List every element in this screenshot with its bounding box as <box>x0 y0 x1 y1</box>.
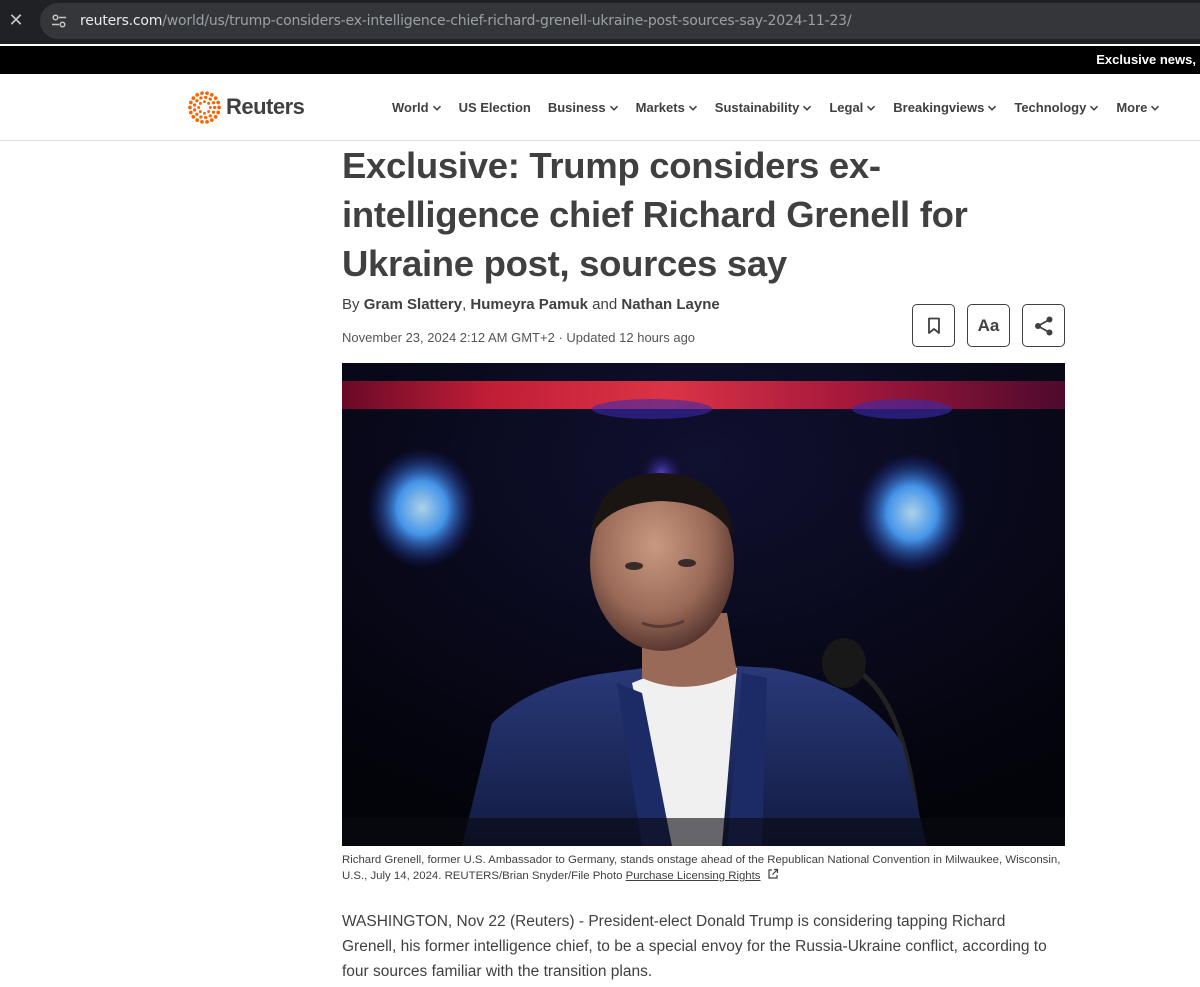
address-bar[interactable]: reuters.com/world/us/trump-considers-ex-… <box>40 3 1200 39</box>
nav-item-label: Business <box>547 100 606 115</box>
nav-item-label: US Election <box>458 100 531 115</box>
url-path: /world/us/trump-considers-ex-intelligenc… <box>162 13 852 29</box>
publish-date: November 23, 2024 2:12 AM GMT+2 <box>342 330 555 345</box>
chevron-down-icon <box>988 105 997 111</box>
nav-item-technology[interactable]: Technology <box>1014 100 1099 115</box>
nav-item-us-election[interactable]: US Election <box>459 100 531 115</box>
nav-item-label: Breakingviews <box>893 100 985 115</box>
nav-item-label: Markets <box>635 100 685 115</box>
nav-item-label: Technology <box>1014 100 1087 115</box>
chevron-down-icon <box>867 105 876 111</box>
chevron-down-icon <box>1151 105 1160 111</box>
nav-item-label: More <box>1116 100 1148 115</box>
photo-caption: Richard Grenell, former U.S. Ambassador … <box>342 852 1065 884</box>
share-icon <box>1034 316 1052 335</box>
article-headline: Exclusive: Trump considers ex-intelligen… <box>342 145 968 284</box>
breaking-ticker[interactable]: Exclusive news, <box>0 46 1200 74</box>
url-text[interactable]: reuters.com/world/us/trump-considers-ex-… <box>80 3 852 39</box>
url-host: reuters.com <box>80 13 163 29</box>
tune-icon[interactable] <box>51 13 67 29</box>
updated-time: · Updated 12 hours ago <box>558 330 696 345</box>
nav-item-label: Sustainability <box>714 100 800 115</box>
author-link[interactable]: Nathan Layne <box>621 296 719 313</box>
nav-item-more[interactable]: More <box>1116 100 1160 115</box>
article-paragraph: WASHINGTON, Nov 22 (Reuters) - President… <box>342 913 1047 980</box>
nav-item-label: World <box>392 100 429 115</box>
browser-toolbar: ✕ reuters.com/world/us/trump-considers-e… <box>0 0 1200 44</box>
nav-item-world[interactable]: World <box>392 100 442 115</box>
reuters-logo[interactable]: Reuters <box>188 90 305 124</box>
licensing-link[interactable]: Purchase Licensing Rights <box>626 870 761 882</box>
nav-item-sustainability[interactable]: Sustainability <box>715 100 813 115</box>
byline-separator: and <box>592 296 618 313</box>
external-link-icon <box>768 868 778 879</box>
bookmark-button[interactable] <box>912 304 955 347</box>
site-header: Reuters World US Election Business Markets S… <box>0 74 1200 141</box>
nav-item-markets[interactable]: Markets <box>636 100 698 115</box>
share-button[interactable] <box>1022 304 1065 347</box>
bookmark-icon <box>927 317 940 334</box>
author-link[interactable]: Humeyra Pamuk <box>470 296 588 313</box>
ticker-text: Exclusive news, <box>1096 52 1196 67</box>
author-link[interactable]: Gram Slattery <box>364 296 462 313</box>
hero-photo[interactable] <box>342 363 1065 846</box>
hero-photo-graphic <box>342 363 1065 846</box>
chevron-down-icon <box>688 105 697 111</box>
main-nav: World US Election Business Markets Sustainab… <box>392 74 1177 141</box>
byline-prefix: By <box>342 296 360 313</box>
nav-item-label: Legal <box>829 100 864 115</box>
byline-separator: , <box>462 296 467 313</box>
chevron-down-icon <box>609 105 618 111</box>
logo-text: Reuters <box>226 94 305 119</box>
nav-item-business[interactable]: Business <box>548 100 619 115</box>
chevron-down-icon <box>432 105 441 111</box>
chevron-down-icon <box>1090 105 1099 111</box>
byline: By Gram Slattery, Humeyra Pamuk and Nath… <box>342 296 720 313</box>
reuters-logo-icon <box>188 90 221 124</box>
text-size-button[interactable]: Aa <box>967 304 1010 347</box>
nav-item-breakingviews[interactable]: Breakingviews <box>893 100 997 115</box>
nav-item-legal[interactable]: Legal <box>829 100 876 115</box>
dateline: November 23, 2024 2:12 AM GMT+2 · Update… <box>342 330 695 345</box>
chevron-down-icon <box>803 105 812 111</box>
close-icon[interactable]: ✕ <box>6 10 26 30</box>
